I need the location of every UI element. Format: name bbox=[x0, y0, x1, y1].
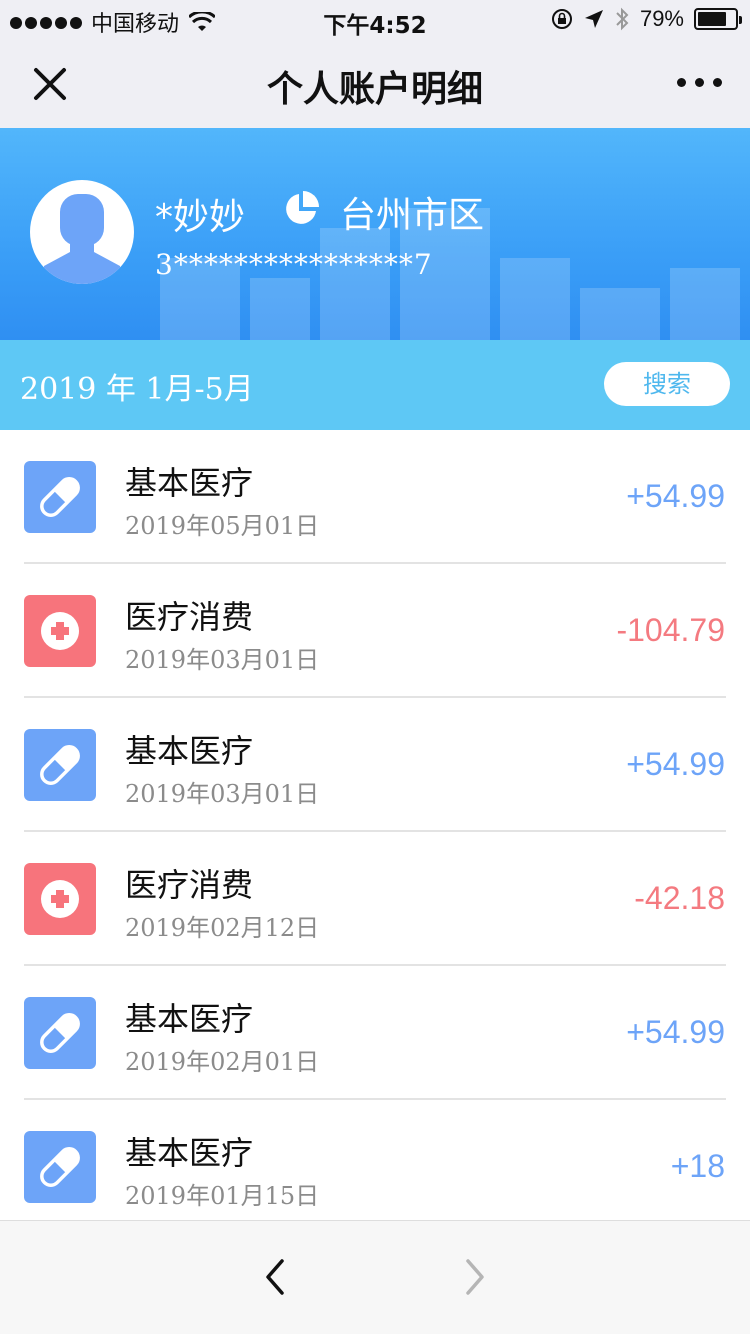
record-date: 2019年05月01日 bbox=[125, 512, 320, 540]
pie-chart-icon bbox=[286, 191, 319, 224]
pill-icon bbox=[24, 461, 96, 533]
location-icon bbox=[584, 10, 603, 28]
record-date: 2019年02月01日 bbox=[125, 1048, 320, 1076]
list-item[interactable]: 医疗消费 2019年03月01日 -104.79 bbox=[0, 564, 750, 698]
medical-cross-icon bbox=[24, 863, 96, 935]
record-type: 基本医疗 bbox=[125, 1134, 254, 1172]
medical-cross-icon bbox=[24, 595, 96, 667]
nav-bar: 个人账户明细 bbox=[0, 40, 750, 128]
bluetooth-icon bbox=[616, 7, 629, 31]
record-type: 医疗消费 bbox=[125, 866, 254, 904]
date-range[interactable]: 2019 年 1月-5月 bbox=[20, 364, 254, 408]
record-type: 基本医疗 bbox=[125, 732, 254, 770]
page-title: 个人账户明细 bbox=[266, 69, 483, 110]
user-id-number: 3****************7 bbox=[155, 248, 433, 281]
record-amount: +54.99 bbox=[626, 478, 725, 514]
chevron-left-icon[interactable] bbox=[260, 1257, 290, 1297]
bottom-toolbar bbox=[0, 1220, 750, 1334]
avatar[interactable] bbox=[30, 180, 134, 284]
date-filter-bar: 2019 年 1月-5月 搜索 bbox=[0, 340, 750, 430]
list-item[interactable]: 基本医疗 2019年05月01日 +54.99 bbox=[0, 430, 750, 564]
user-region: 台州市区 bbox=[340, 195, 485, 236]
record-amount: +54.99 bbox=[626, 1014, 725, 1050]
profile-banner: *妙妙 台州市区 3****************7 bbox=[0, 128, 750, 340]
status-bar: 中国移动 下午4:52 79% bbox=[0, 0, 750, 40]
record-amount: -42.18 bbox=[634, 880, 725, 916]
record-type: 基本医疗 bbox=[125, 464, 254, 502]
list-item[interactable]: 基本医疗 2019年02月01日 +54.99 bbox=[0, 966, 750, 1100]
record-date: 2019年03月01日 bbox=[125, 780, 320, 808]
record-date: 2019年03月01日 bbox=[125, 646, 320, 674]
record-date: 2019年02月12日 bbox=[125, 914, 320, 942]
battery-percent: 79% bbox=[639, 6, 684, 31]
records-list: 基本医疗 2019年05月01日 +54.99 医疗消费 2019年03月01日 -104… bbox=[0, 430, 750, 1220]
record-amount: -104.79 bbox=[616, 612, 725, 648]
battery-icon bbox=[694, 8, 742, 30]
pill-icon bbox=[24, 1131, 96, 1203]
record-amount: +54.99 bbox=[626, 746, 725, 782]
rotation-lock-icon bbox=[551, 9, 572, 29]
more-icon[interactable] bbox=[677, 78, 722, 87]
pill-icon bbox=[24, 729, 96, 801]
search-button[interactable]: 搜索 bbox=[604, 362, 730, 406]
record-amount: +18 bbox=[670, 1148, 725, 1184]
record-type: 基本医疗 bbox=[125, 1000, 254, 1038]
list-item[interactable]: 基本医疗 2019年01月15日 +18 bbox=[0, 1100, 750, 1220]
list-item[interactable]: 基本医疗 2019年03月01日 +54.99 bbox=[0, 698, 750, 832]
list-item[interactable]: 医疗消费 2019年02月12日 -42.18 bbox=[0, 832, 750, 966]
record-date: 2019年01月15日 bbox=[125, 1182, 320, 1210]
user-name: *妙妙 bbox=[155, 197, 246, 238]
record-type: 医疗消费 bbox=[125, 598, 254, 636]
pill-icon bbox=[24, 997, 96, 1069]
chevron-right-icon[interactable] bbox=[460, 1257, 490, 1297]
user-silhouette-icon bbox=[44, 194, 120, 284]
status-right: 79% bbox=[550, 6, 742, 32]
